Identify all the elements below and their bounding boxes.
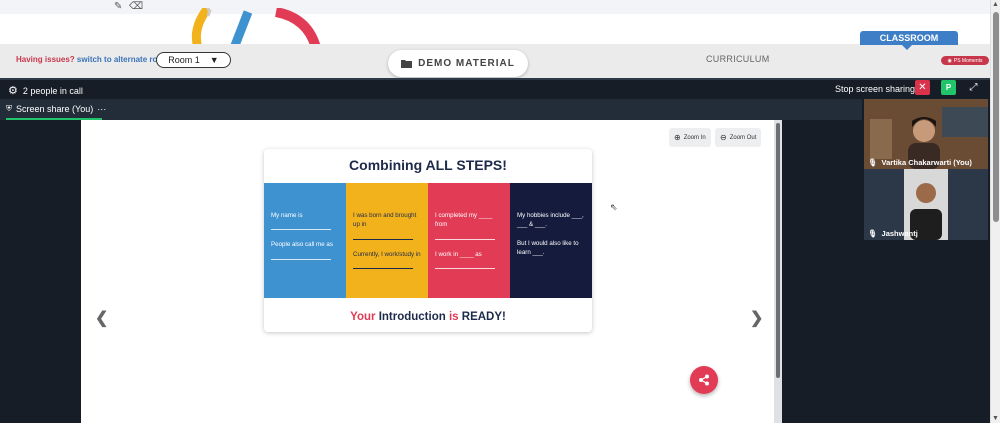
zoom-out-button[interactable]: ⊖ Zoom Out: [715, 128, 762, 147]
slide-columns: My name is People also call me as I was …: [264, 183, 592, 298]
top-toolbar-strip: [0, 0, 990, 14]
demo-material-label: DEMO MATERIAL: [418, 58, 515, 69]
gear-icon[interactable]: ⚙: [8, 84, 18, 97]
footer-ready: READY!: [461, 311, 506, 323]
room-select-value: Room 1: [168, 55, 200, 65]
participant-name: Vartika Chakarwarti (You): [881, 158, 972, 167]
share-tab-bar: [0, 99, 862, 120]
presenter-button[interactable]: P: [941, 80, 956, 95]
column-line2: But I would also like to learn ___.: [517, 239, 579, 257]
demo-material-button[interactable]: DEMO MATERIAL: [388, 50, 528, 77]
participant-name: Jashwantj: [881, 229, 918, 238]
column-line1: I was born and brought up in: [353, 212, 417, 229]
brand-logo-graphic: [191, 8, 321, 48]
people-count: 2 people in call: [22, 85, 83, 96]
page-scrollbar-thumb[interactable]: [993, 12, 999, 222]
zoom-out-label: Zoom Out: [729, 134, 757, 141]
pencil-icon[interactable]: ✎: [114, 1, 122, 12]
classroom-tab[interactable]: CLASSROOM: [860, 31, 958, 50]
column-line2: People also call me as: [271, 241, 333, 249]
column-line2: Currently, I work/study in: [353, 250, 421, 258]
people-in-call[interactable]: ⚙ 2 people in call: [8, 84, 83, 97]
curriculum-tab[interactable]: CURRICULUM: [706, 54, 770, 64]
participant-tile-jashwantj[interactable]: 🎙 Jashwantj: [864, 169, 988, 240]
moments-label: PS Moments: [953, 57, 983, 64]
microphone-icon: 🎙: [868, 158, 878, 167]
slide-column-origin: I was born and brought up in Currently, …: [346, 183, 428, 298]
microphone-icon: 🎙: [868, 229, 878, 238]
eraser-icon[interactable]: ⌫: [129, 1, 143, 12]
scroll-up-icon[interactable]: ▲: [992, 1, 999, 8]
slide-title: Combining ALL STEPS!: [349, 157, 507, 173]
scroll-down-icon[interactable]: ▼: [992, 415, 999, 422]
issue-text: Having issues?: [16, 55, 75, 64]
issue-notice: Having issues? switch to alternate room: [16, 55, 169, 64]
column-line1: I completed my ____ from: [435, 212, 493, 229]
zoom-out-icon: ⊖: [720, 133, 727, 142]
screen-share-label: Screen share (You): [16, 104, 94, 114]
close-share-button[interactable]: ✕: [915, 80, 930, 95]
participant-label: 🎙 Jashwantj: [868, 229, 918, 238]
moments-badge[interactable]: ◉ PS Moments: [941, 56, 989, 65]
stop-screen-sharing-button[interactable]: Stop screen sharing: [835, 84, 915, 94]
mouse-cursor-icon: ⇖: [610, 202, 618, 212]
slide-column-work: I completed my ____ from I work in ____ …: [428, 183, 510, 298]
slide-footer: Your Introduction is READY!: [264, 311, 592, 323]
shield-icon: ⛨: [6, 104, 12, 113]
zoom-in-button[interactable]: ⊕ Zoom In: [669, 128, 711, 147]
slide-column-name: My name is People also call me as: [264, 183, 346, 298]
folder-icon: [401, 60, 413, 68]
slide-card: Combining ALL STEPS! My name is People a…: [264, 149, 592, 332]
camera-icon: ◉: [947, 57, 952, 64]
caret-down-icon: ▼: [209, 55, 219, 65]
stage-scrollbar[interactable]: [774, 120, 782, 423]
stage-scrollbar-thumb[interactable]: [776, 123, 780, 378]
participant-label: 🎙 Vartika Chakarwarti (You): [868, 158, 972, 167]
room-select[interactable]: Room 1 ▼: [156, 52, 231, 68]
share-icon: [699, 374, 709, 386]
footer-your: Your: [350, 311, 376, 323]
fullscreen-icon[interactable]: ⤢: [966, 80, 981, 95]
footer-intro: Introduction: [378, 311, 446, 323]
page-scrollbar[interactable]: ▲ ▼: [990, 0, 1000, 423]
column-line1: My hobbies include ___, ___ & ___.: [517, 212, 584, 229]
slide-column-hobbies: My hobbies include ___, ___ & ___. But I…: [510, 183, 592, 298]
column-line2: I work in ____ as: [435, 250, 482, 258]
zoom-in-icon: ⊕: [674, 133, 681, 142]
share-button[interactable]: [690, 366, 718, 394]
more-options-icon[interactable]: ···: [97, 104, 106, 114]
footer-is: is: [448, 311, 459, 323]
participant-tile-self[interactable]: 🎙 Vartika Chakarwarti (You): [864, 99, 988, 169]
zoom-in-label: Zoom In: [683, 134, 706, 141]
screen-share-tab[interactable]: ⛨ Screen share (You) ···: [6, 104, 106, 114]
column-line1: My name is: [271, 212, 303, 219]
next-slide-icon[interactable]: ❯: [750, 308, 763, 328]
previous-slide-icon[interactable]: ❮: [95, 308, 108, 328]
